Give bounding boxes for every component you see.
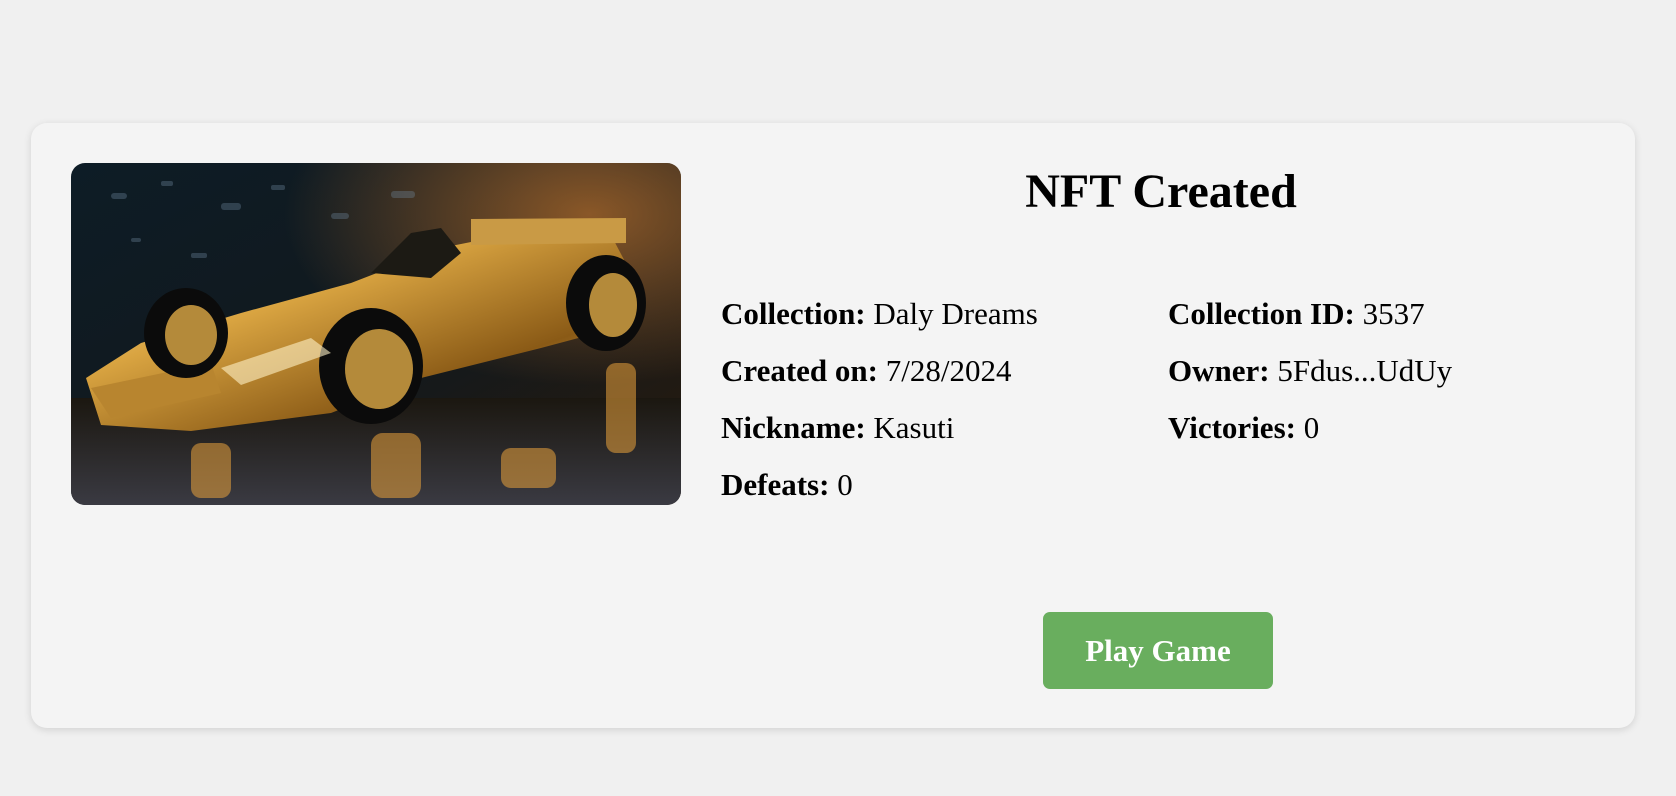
detail-value: Kasuti [873,410,955,445]
detail-label: Owner: [1168,353,1270,388]
detail-value: 7/28/2024 [885,353,1012,388]
nft-card: NFT Created Collection: Daly Dreams Coll… [31,123,1635,728]
detail-value: Daly Dreams [873,296,1038,331]
nft-details: Collection: Daly Dreams Collection ID: 3… [721,285,1621,513]
detail-value: 5Fdus...UdUy [1277,353,1453,388]
detail-value: 3537 [1362,296,1425,331]
detail-defeats: Defeats: 0 [721,456,1168,513]
detail-label: Collection: [721,296,866,331]
detail-label: Defeats: [721,467,830,502]
detail-victories: Victories: 0 [1168,399,1608,456]
detail-label: Victories: [1168,410,1296,445]
detail-nickname: Nickname: Kasuti [721,399,1168,456]
play-game-button[interactable]: Play Game [1043,612,1273,689]
page-title: NFT Created [1025,165,1297,218]
detail-collection: Collection: Daly Dreams [721,285,1168,342]
detail-owner: Owner: 5Fdus...UdUy [1168,342,1608,399]
detail-label: Collection ID: [1168,296,1355,331]
detail-value: 0 [1303,410,1320,445]
detail-value: 0 [837,467,853,502]
detail-collection-id: Collection ID: 3537 [1168,285,1608,342]
detail-created-on: Created on: 7/28/2024 [721,342,1168,399]
detail-label: Nickname: [721,410,866,445]
detail-label: Created on: [721,353,878,388]
nft-car-image [71,163,681,505]
